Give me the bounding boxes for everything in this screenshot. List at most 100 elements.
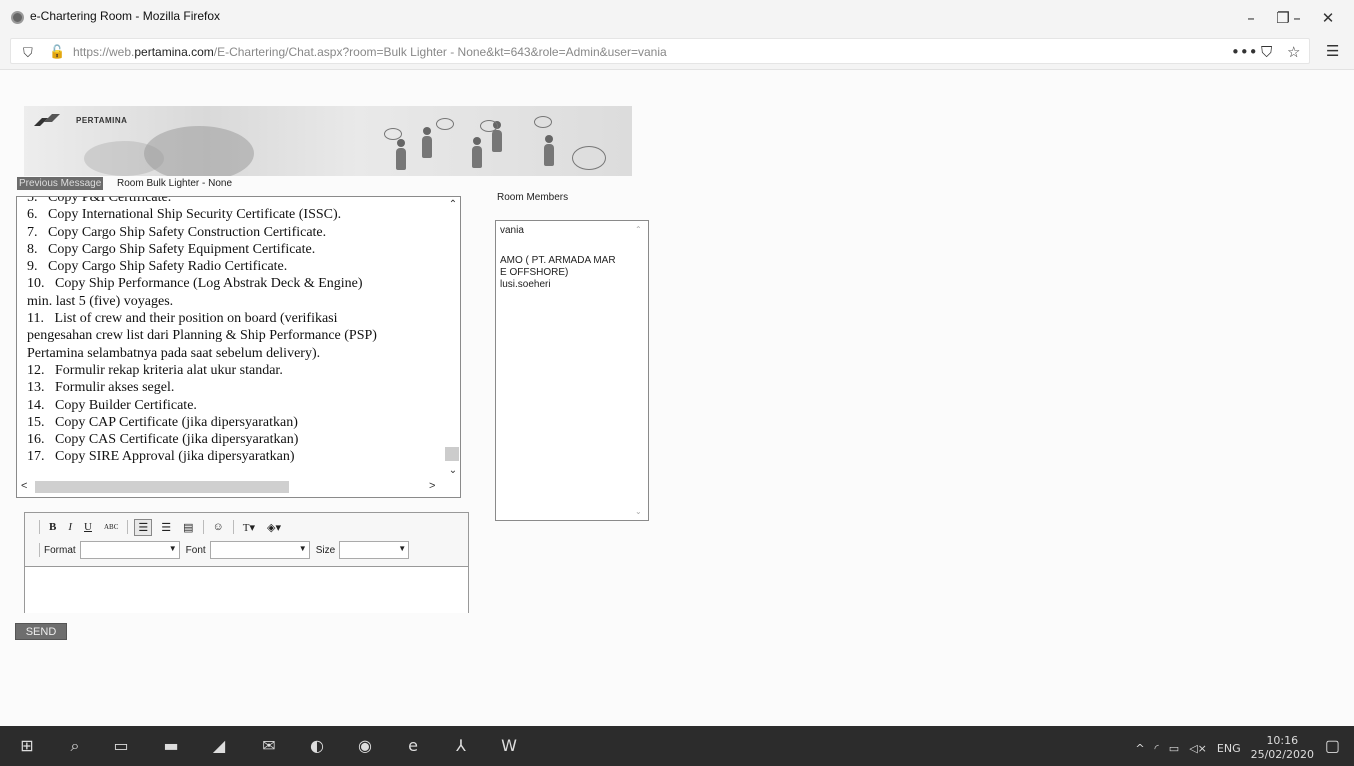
navigation-bar: ⛉ 🔓 https://web.pertamina.com/E-Charteri… (0, 34, 1354, 70)
scroll-left-icon[interactable]: < (21, 480, 27, 492)
text-color-icon[interactable]: T▾ (240, 520, 258, 535)
align-right-icon[interactable]: ▤ (180, 520, 196, 535)
url-path: /E-Chartering/Chat.aspx?room=Bulk Lighte… (213, 45, 667, 59)
notification-icon[interactable]: ▢ (1325, 736, 1340, 756)
speech-bubble-icon (436, 118, 454, 130)
message-line: 12. Formulir rekap kriteria alat ukur st… (27, 362, 283, 378)
toolbar-separator (127, 520, 129, 534)
room-label: Room Bulk Lighter - None (117, 178, 233, 189)
close-button[interactable]: ✕ (1313, 8, 1343, 28)
clock[interactable]: 10:16 25/02/2020 (1251, 734, 1314, 762)
shield-icon[interactable]: ⛉ (23, 45, 33, 61)
editor-toolbar: B I U ABC ☰ ☰ ▤ ☺ T▾ ◈▾ (39, 517, 284, 537)
more-actions-icon[interactable]: ••• (1231, 43, 1258, 61)
message-history-box[interactable]: 5. Copy P&I Certificate. 6. Copy Internat… (16, 196, 461, 498)
clock-date: 25/02/2020 (1250, 748, 1314, 761)
volume-icon[interactable]: ◁× (1189, 742, 1207, 755)
firefox-icon (11, 11, 24, 24)
app-icon[interactable]: ⅄ (450, 735, 472, 757)
pertamina-logo-icon (34, 114, 60, 126)
speech-bubble-icon (534, 116, 552, 128)
align-center-icon[interactable]: ☰ (158, 520, 174, 535)
search-icon[interactable]: ⌕ (64, 735, 86, 757)
window-title: e-Chartering Room - Mozilla Firefox (30, 9, 221, 23)
previous-message-link[interactable]: Previous Message (17, 177, 104, 190)
windows-start-icon[interactable]: ⊞ (16, 735, 38, 757)
bold-button[interactable]: B (46, 520, 59, 534)
logo-text: PERTAMINA (76, 116, 128, 125)
speech-bubble-icon (384, 128, 402, 140)
vertical-scrollbar[interactable] (445, 199, 460, 479)
size-select[interactable]: ▼ (339, 541, 410, 559)
scroll-up-icon[interactable]: ⌃ (445, 199, 460, 210)
member-entry[interactable] (500, 243, 636, 255)
font-select[interactable]: ▼ (209, 541, 310, 559)
message-line: pengesahan crew list dari Planning & Shi… (27, 328, 377, 344)
chevron-down-icon: ▼ (298, 544, 307, 553)
wifi-icon[interactable]: ◜ (1155, 742, 1159, 755)
toolbar-separator (39, 543, 40, 557)
scroll-up-icon[interactable]: ⌃ (635, 225, 642, 234)
message-line: 15. Copy CAP Certificate (jika dipersyar… (27, 414, 298, 430)
members-entries: vania AMO ( PT. ARMADA MAR E OFFSHORE) lusi… (500, 225, 636, 291)
message-line: 7. Copy Cargo Ship Safety Construction C… (27, 224, 327, 240)
member-entry[interactable]: E OFFSHORE) (500, 267, 636, 279)
message-line: 8. Copy Cargo Ship Safety Equipment Cert… (27, 241, 316, 257)
message-list: 5. Copy P&I Certificate. 6. Copy Internat… (27, 197, 437, 466)
battery-icon[interactable]: ▭ (1169, 742, 1179, 755)
message-line: 16. Copy CAS Certificate (jika dipersyar… (27, 432, 299, 448)
chevron-down-icon: ▼ (168, 544, 177, 553)
minimize-icon[interactable]: – (1236, 8, 1266, 28)
app-icon[interactable]: ◢ (208, 735, 230, 757)
scroll-down-icon[interactable]: ⌄ (445, 465, 460, 476)
member-entry[interactable]: vania (500, 225, 636, 237)
outlook-icon[interactable]: ✉ (258, 735, 280, 757)
task-view-icon[interactable]: ▭ (110, 735, 132, 757)
banner-graphic (84, 141, 164, 176)
windows-taskbar: ⊞ ⌕ ▭ ▬ ◢ ✉ ◐ ◉ e ⅄ W ^ ◜ ▭ ◁× ENG 10:16… (0, 726, 1354, 766)
align-left-icon[interactable]: ☰ (134, 518, 153, 536)
file-explorer-icon[interactable]: ▬ (160, 735, 182, 757)
format-select[interactable]: ▼ (79, 541, 180, 559)
url-field[interactable]: ⛉ 🔓 https://web.pertamina.com/E-Charteri… (10, 38, 1310, 64)
person-figure-icon (422, 127, 432, 158)
emoticon-icon[interactable]: ☺ (210, 520, 227, 534)
member-entry[interactable]: lusi.soeheri (500, 279, 636, 291)
font-label: Font (185, 544, 206, 556)
chrome-icon[interactable]: ◉ (354, 735, 376, 757)
message-line: 17. Copy SIRE Approval (jika dipersyarat… (27, 449, 295, 465)
scroll-right-icon[interactable]: > (429, 480, 435, 492)
italic-button[interactable]: I (65, 520, 75, 534)
word-icon[interactable]: W (498, 735, 520, 757)
bookmark-star-icon[interactable]: ☆ (1287, 43, 1300, 61)
size-label: Size (315, 544, 336, 556)
language-indicator[interactable]: ENG (1217, 742, 1241, 755)
chevron-down-icon: ▼ (398, 544, 407, 553)
scroll-down-icon[interactable]: ⌄ (635, 507, 642, 516)
url-text[interactable]: https://web.pertamina.com/E-Chartering/C… (73, 45, 667, 59)
restore-button[interactable]: ❐ (1268, 8, 1298, 28)
message-input[interactable] (25, 566, 468, 613)
horizontal-scrollbar-thumb[interactable] (35, 481, 289, 493)
app-icon[interactable]: ◐ (306, 735, 328, 757)
menu-icon[interactable]: ☰ (1326, 42, 1339, 60)
room-members-title: Room Members (497, 192, 569, 203)
toolbar-separator (232, 520, 234, 534)
format-label: Format (44, 544, 76, 556)
edge-icon[interactable]: e (402, 735, 424, 757)
message-line: 6. Copy International Ship Security Cert… (27, 207, 342, 223)
toolbar-separator (202, 520, 204, 534)
scrollbar-thumb[interactable] (445, 447, 459, 461)
underline-button[interactable]: U (81, 520, 95, 534)
lock-icon[interactable]: 🔓 (49, 44, 65, 60)
editor-format-bar: Format ▼ Font ▼ Size ▼ (39, 541, 415, 559)
room-members-list[interactable]: vania AMO ( PT. ARMADA MAR E OFFSHORE) lusi… (495, 220, 649, 521)
member-entry[interactable]: AMO ( PT. ARMADA MAR (500, 255, 636, 267)
message-line: 14. Copy Builder Certificate. (27, 397, 197, 413)
strikethrough-button[interactable]: ABC (101, 522, 121, 532)
send-button[interactable]: SEND (15, 623, 67, 640)
background-color-icon[interactable]: ◈▾ (264, 520, 284, 535)
pocket-icon[interactable]: ⛉ (1261, 43, 1272, 61)
clock-time: 10:16 (1266, 734, 1299, 747)
chevron-up-icon[interactable]: ^ (1135, 742, 1144, 755)
